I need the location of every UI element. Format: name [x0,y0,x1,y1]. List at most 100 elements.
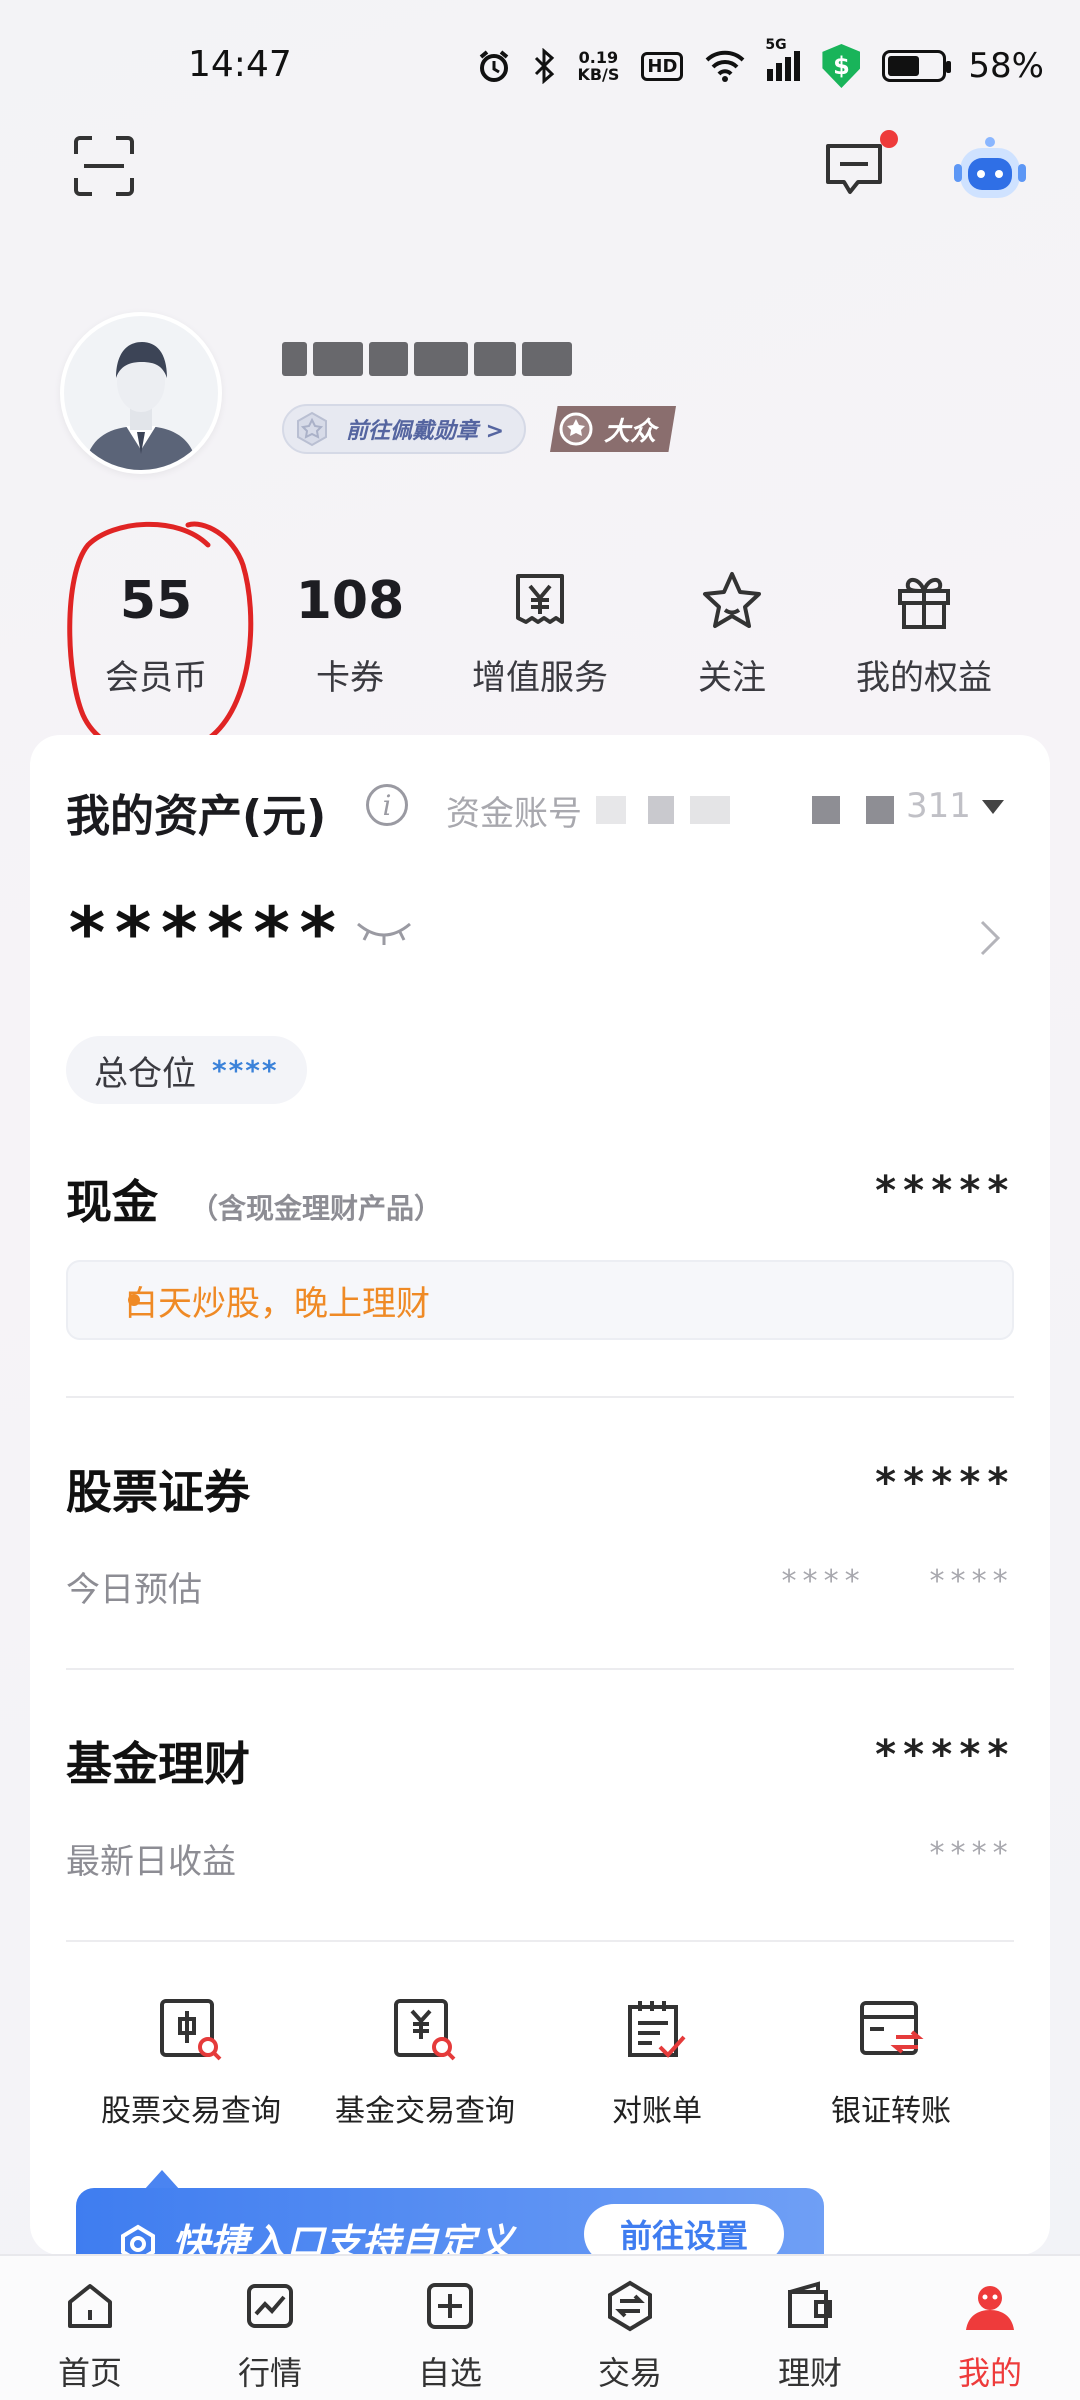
avatar[interactable] [60,312,222,474]
robot-assistant-icon[interactable] [952,134,1028,206]
bank-securities-transfer-label: 银证转账 [831,2094,951,2129]
status-icons: 0.19 KB/S HD 5G $ 58% [477,37,1044,88]
battery-percent: 58% [968,46,1044,86]
my-assets-title: 我的资产(元) [66,791,327,842]
nav-wealth[interactable]: 理财 [720,2256,900,2400]
today-estimate-label: 今日预估 [66,1570,202,1610]
total-position-value: **** [212,1053,279,1087]
yen-receipt-icon [516,574,564,624]
cash-subtitle: （含现金理财产品） [190,1192,443,1225]
eye-closed-icon[interactable] [354,918,414,948]
nav-watchlist[interactable]: 自选 [360,2256,540,2400]
stock-query-icon [160,1999,222,2061]
divider [66,1396,1014,1398]
cash-tip-text: 白天炒股，晚上理财 [124,1283,430,1324]
member-level-badge[interactable]: 大众 [550,406,677,452]
cash-title: 现金 （含现金理财产品） [66,1175,443,1229]
latest-daily-income-label: 最新日收益 [66,1842,236,1882]
level-star-icon [559,412,593,446]
nav-trade[interactable]: 交易 [540,2256,720,2400]
cash-tip[interactable]: 白天炒股，晚上理财 [66,1260,1014,1340]
signal-label: 5G [765,37,787,53]
follow-label: 关注 [698,658,766,698]
total-position-label: 总仓位 [94,1053,196,1094]
account-dropdown-icon[interactable] [982,800,1004,814]
cash-value-masked: ***** [873,1168,1014,1214]
nav-home-label: 首页 [57,2354,122,2392]
follow-stat[interactable]: 关注 [632,560,832,699]
signal-icon: 5G [765,37,801,81]
bluetooth-icon [535,48,555,84]
stocks-title[interactable]: 股票证券 [66,1456,250,1522]
coupons-stat[interactable]: 108 卡券 [250,560,450,699]
add-box-icon [427,2283,473,2329]
statement-entry[interactable]: 对账单 [542,1990,772,2130]
battery-icon [882,50,952,82]
coupons-value: 108 [295,571,405,631]
value-added-services-stat[interactable]: 增值服务 [440,560,640,699]
gift-icon [898,578,950,629]
statement-icon [628,2001,686,2058]
total-assets-masked[interactable]: ****** [66,892,343,974]
total-position-pill[interactable]: 总仓位 **** [66,1036,307,1104]
wifi-icon [706,50,745,82]
message-badge [880,130,898,148]
message-icon[interactable] [822,140,886,200]
tip-bullet [128,1294,140,1306]
account-label: 资金账号 [446,794,582,834]
bank-securities-transfer-entry[interactable]: 银证转账 [776,1990,1006,2130]
nav-mine-label: 我的 [957,2354,1022,2392]
wear-medal-link[interactable]: 前往佩戴勋章 > [282,404,527,454]
chevron-right-icon[interactable] [978,918,1002,958]
divider [66,1940,1014,1942]
today-estimate-value-1: **** [780,1564,865,1599]
coupons-label: 卡券 [316,658,384,698]
bottom-nav: 首页 行情 自选 交易 理财 我的 [0,2254,1080,2400]
funds-title[interactable]: 基金理财 [66,1728,250,1794]
nav-market[interactable]: 行情 [180,2256,360,2400]
nav-mine[interactable]: 我的 [900,2256,1080,2400]
wallet-icon [788,2281,832,2328]
account-suffix: 311 [906,786,971,826]
wear-medal-label: 前往佩戴勋章 > [346,419,505,444]
red-circle-annotation [67,521,254,759]
nav-watchlist-label: 自选 [417,2354,482,2392]
latest-daily-income-value: **** [928,1836,1013,1871]
nav-home[interactable]: 首页 [0,2256,180,2400]
info-icon[interactable]: i [366,784,408,826]
funds-value-masked: ***** [873,1732,1014,1778]
username-masked [282,336,572,382]
bank-transfer-icon [860,2001,924,2055]
hd-icon: HD [641,51,684,81]
scan-icon[interactable] [72,134,136,198]
statement-label: 对账单 [612,2094,702,2129]
net-speed: 0.19 KB/S [577,48,620,84]
alarm-icon [480,50,509,82]
medal-star-icon [297,411,327,447]
nav-trade-label: 交易 [597,2354,662,2392]
fund-trade-query-entry[interactable]: 基金交易查询 [310,1990,540,2130]
account-mask-4 [812,796,840,824]
fund-query-icon [394,1999,456,2061]
account-mask-1 [596,796,626,824]
divider [66,1668,1014,1670]
home-icon [68,2284,112,2328]
my-benefits-label: 我的权益 [856,658,992,698]
value-added-services-label: 增值服务 [472,658,608,698]
my-benefits-stat[interactable]: 我的权益 [824,560,1024,699]
trade-exchange-icon [608,2280,652,2332]
security-shield-icon: $ [822,44,861,88]
stocks-value-masked: ***** [873,1460,1014,1506]
nav-market-label: 行情 [237,2354,302,2392]
avatar-illustration [64,316,218,470]
today-estimate-value-2: **** [928,1564,1013,1599]
profile-icon [966,2286,1014,2330]
stock-trade-query-entry[interactable]: 股票交易查询 [76,1990,306,2130]
market-chart-icon [247,2284,293,2328]
account-mask-5 [866,796,894,824]
account-mask-3 [690,796,730,824]
status-time: 14:47 [188,44,292,85]
stock-trade-query-label: 股票交易查询 [101,2094,281,2129]
account-mask-2 [648,796,674,824]
member-level-label: 大众 [604,416,657,447]
